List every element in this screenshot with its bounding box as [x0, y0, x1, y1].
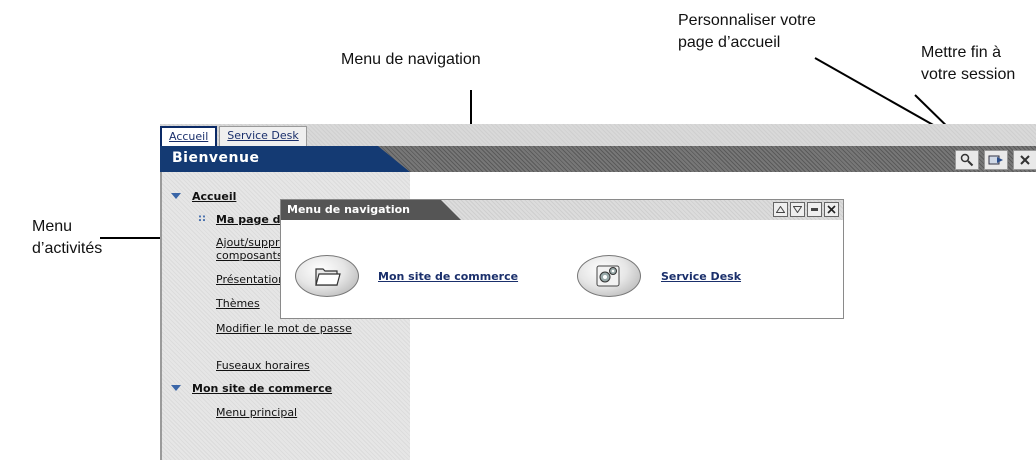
- logout-icon[interactable]: [984, 150, 1008, 170]
- tab-bar: Accueil Service Desk: [160, 124, 1036, 147]
- logout-callout-line1: Mettre fin à: [921, 44, 1002, 61]
- current-item-marker-icon: ::: [198, 213, 206, 224]
- activity-callout-line2: d’activités: [32, 240, 103, 257]
- maximize-icon[interactable]: [807, 202, 822, 217]
- activity-callout-line1: Menu: [32, 218, 73, 235]
- logout-callout-line2: votre session: [921, 66, 1016, 83]
- expand-triangle-icon[interactable]: [171, 385, 181, 391]
- header-toolbar: [955, 150, 1036, 170]
- tabs: Accueil Service Desk: [160, 126, 309, 147]
- sidebar-item-mot-de-passe[interactable]: Modifier le mot de passe: [216, 322, 356, 335]
- sidebar-item-menu-principal[interactable]: Menu principal: [216, 406, 297, 419]
- portlet-controls: [773, 202, 839, 217]
- sidebar-section-accueil[interactable]: Accueil: [192, 190, 236, 203]
- portlet-title: Menu de navigation: [287, 203, 410, 216]
- customize-callout-line2: page d’accueil: [678, 34, 781, 51]
- tab-service-desk[interactable]: Service Desk: [219, 126, 307, 147]
- tab-accueil[interactable]: Accueil: [160, 126, 218, 147]
- sidebar-section-commerce[interactable]: Mon site de commerce: [192, 382, 332, 395]
- expand-triangle-icon[interactable]: [171, 193, 181, 199]
- link-mon-site-commerce[interactable]: Mon site de commerce: [378, 270, 518, 283]
- navigation-portlet: Menu de navigation Mon site de commerce: [280, 199, 844, 319]
- folder-icon[interactable]: [295, 255, 359, 297]
- link-service-desk[interactable]: Service Desk: [661, 270, 741, 283]
- logout-callout: Mettre fin à votre session: [921, 42, 1015, 86]
- customize-callout: Personnaliser votre page d’accueil: [678, 10, 816, 54]
- minimize-icon[interactable]: [790, 202, 805, 217]
- sidebar-item-themes[interactable]: Thèmes: [216, 297, 260, 310]
- portlet-title-bar: Menu de navigation: [281, 200, 843, 220]
- sidebar-item-presentation[interactable]: Présentation: [216, 273, 285, 286]
- close-icon[interactable]: [1013, 150, 1036, 170]
- activity-callout: Menu d’activités: [32, 216, 102, 260]
- navigation-callout: Menu de navigation: [341, 51, 481, 68]
- customize-icon[interactable]: [955, 150, 979, 170]
- gears-icon[interactable]: [577, 255, 641, 297]
- title-bar: Bienvenue: [160, 146, 1036, 172]
- customize-callout-line1: Personnaliser votre: [678, 12, 816, 29]
- restore-icon[interactable]: [773, 202, 788, 217]
- close-icon[interactable]: [824, 202, 839, 217]
- sidebar-item-fuseaux[interactable]: Fuseaux horaires: [216, 359, 310, 372]
- page-title: Bienvenue: [172, 150, 260, 166]
